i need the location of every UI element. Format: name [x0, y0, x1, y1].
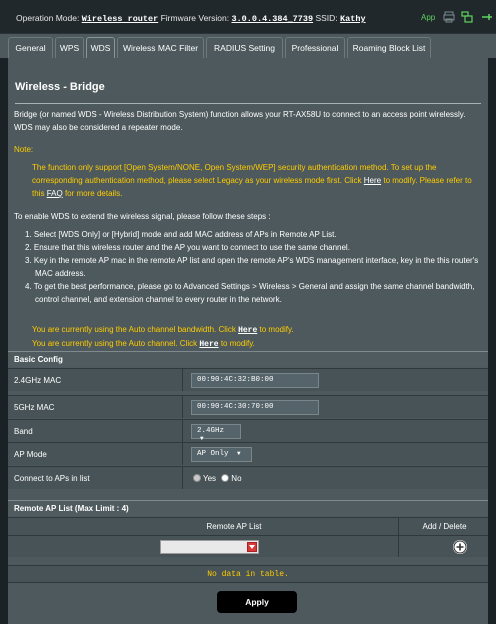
- ssid-label: SSID:: [315, 13, 338, 23]
- basic-config-header: Basic Config: [8, 351, 488, 367]
- operation-mode-label: Operation Mode:: [16, 13, 80, 23]
- band-value: 2.4GHz: [197, 427, 225, 435]
- yes-label: Yes: [203, 474, 217, 483]
- connect-radio-group: Yes No: [193, 474, 242, 483]
- ap-mode-select[interactable]: AP Only ▼: [191, 447, 252, 462]
- note-here-link[interactable]: Here: [364, 176, 381, 185]
- title-divider: [15, 103, 481, 104]
- status-line: Operation Mode: Wireless router Firmware…: [16, 13, 366, 24]
- chevron-down-icon: ▼: [200, 435, 204, 442]
- row-ap-mode: AP Mode AP Only ▼: [8, 442, 488, 465]
- tab-professional[interactable]: Professional: [285, 37, 345, 58]
- printer-icon[interactable]: [443, 11, 455, 23]
- row-24ghz-mac: 2.4GHz MAC 00:90:4C:32:B0:00: [8, 368, 488, 391]
- tab-wps[interactable]: WPS: [55, 37, 84, 58]
- col-divider: [398, 536, 399, 557]
- top-status-bar: Operation Mode: Wireless router Firmware…: [0, 0, 496, 34]
- no-radio[interactable]: [221, 474, 230, 482]
- col-divider: [398, 518, 399, 535]
- yes-radio[interactable]: [193, 474, 201, 482]
- app-link[interactable]: App: [421, 13, 435, 22]
- col-add-delete: Add / Delete: [422, 522, 467, 531]
- no-label: No: [231, 474, 242, 483]
- add-icon[interactable]: [453, 540, 467, 554]
- note-end-text: for more details.: [64, 189, 123, 198]
- note-text: The function only support [Open System/N…: [32, 161, 472, 200]
- note-title: Note:: [14, 145, 34, 154]
- tab-radius-setting[interactable]: RADIUS Setting: [206, 37, 283, 58]
- connect-label: Connect to APs in list: [14, 474, 90, 483]
- firmware-label: Firmware Version:: [160, 13, 230, 23]
- chevron-down-icon: ▼: [237, 450, 241, 457]
- remote-ap-column-header: Remote AP List Add / Delete: [8, 517, 488, 535]
- auto-channel-here-link[interactable]: Here: [199, 340, 218, 349]
- tab-wds[interactable]: WDS: [86, 37, 115, 58]
- tab-bar: General WPS WDS Wireless MAC Filter RADI…: [0, 34, 496, 58]
- row-divider: [182, 467, 183, 489]
- step-2: 2. Ensure that this wireless router and …: [25, 243, 350, 252]
- mac24-field: 00:90:4C:32:B0:00: [191, 373, 319, 388]
- mac24-label: 2.4GHz MAC: [14, 376, 62, 385]
- remote-ap-header: Remote AP List (Max Limit : 4): [8, 500, 488, 516]
- network-status-icon[interactable]: [481, 11, 493, 23]
- mac5-field: 00:90:4C:30:70:00: [191, 400, 319, 415]
- row-divider: [182, 443, 183, 465]
- remote-ap-empty-message: No data in table.: [8, 565, 488, 583]
- auto-bandwidth-notice: You are currently using the Auto channel…: [32, 323, 496, 337]
- row-divider: [182, 396, 183, 418]
- tab-roaming-block-list[interactable]: Roaming Block List: [347, 37, 431, 58]
- tab-wireless-mac-filter[interactable]: Wireless MAC Filter: [117, 37, 204, 58]
- faq-link[interactable]: FAQ: [47, 189, 63, 198]
- step-4: 4. To get the best performance, please g…: [25, 282, 475, 304]
- auto-channel-text: You are currently using the Auto channel…: [32, 339, 198, 348]
- note-click-text: Click: [344, 176, 362, 185]
- remote-ap-input-row: [8, 535, 488, 557]
- operation-mode-link[interactable]: Wireless router: [82, 14, 159, 24]
- apply-button[interactable]: Apply: [217, 591, 297, 613]
- row-divider: [182, 420, 183, 442]
- remote-ap-select[interactable]: [160, 540, 259, 554]
- auto-bandwidth-post: to modify.: [259, 325, 294, 334]
- firmware-link[interactable]: 3.0.0.4.384_7739: [231, 14, 313, 24]
- tab-general[interactable]: General: [8, 37, 53, 58]
- steps-list: 1. Select [WDS Only] or [Hybrid] mode an…: [25, 228, 480, 306]
- ap-mode-label: AP Mode: [14, 450, 47, 459]
- step-3: 3. Key in the remote AP mac in the remot…: [25, 256, 479, 278]
- row-connect-aps: Connect to APs in list Yes No: [8, 466, 488, 489]
- auto-bandwidth-here-link[interactable]: Here: [238, 326, 257, 335]
- ssid-link[interactable]: Kathy: [340, 14, 366, 24]
- band-select[interactable]: 2.4GHz ▼: [191, 424, 241, 442]
- band-label: Band: [14, 427, 33, 436]
- row-5ghz-mac: 5GHz MAC 00:90:4C:30:70:00: [8, 395, 488, 418]
- row-band: Band 2.4GHz ▼: [8, 419, 488, 442]
- auto-bandwidth-text: You are currently using the Auto channel…: [32, 325, 236, 334]
- mac5-label: 5GHz MAC: [14, 403, 55, 412]
- row-divider: [182, 369, 183, 391]
- auto-channel-notice: You are currently using the Auto channel…: [32, 337, 496, 351]
- ap-mode-value: AP Only: [197, 450, 229, 458]
- auto-channel-post: to modify.: [220, 339, 255, 348]
- usb-icon[interactable]: [461, 11, 473, 23]
- step-1: 1. Select [WDS Only] or [Hybrid] mode an…: [25, 230, 337, 239]
- steps-intro: To enable WDS to extend the wireless sig…: [14, 212, 271, 221]
- page-title: Wireless - Bridge: [15, 81, 105, 93]
- intro-text: Bridge (or named WDS - Wireless Distribu…: [14, 110, 466, 132]
- dropdown-arrow-icon: [247, 542, 257, 552]
- col-remote-ap-list: Remote AP List: [206, 522, 262, 531]
